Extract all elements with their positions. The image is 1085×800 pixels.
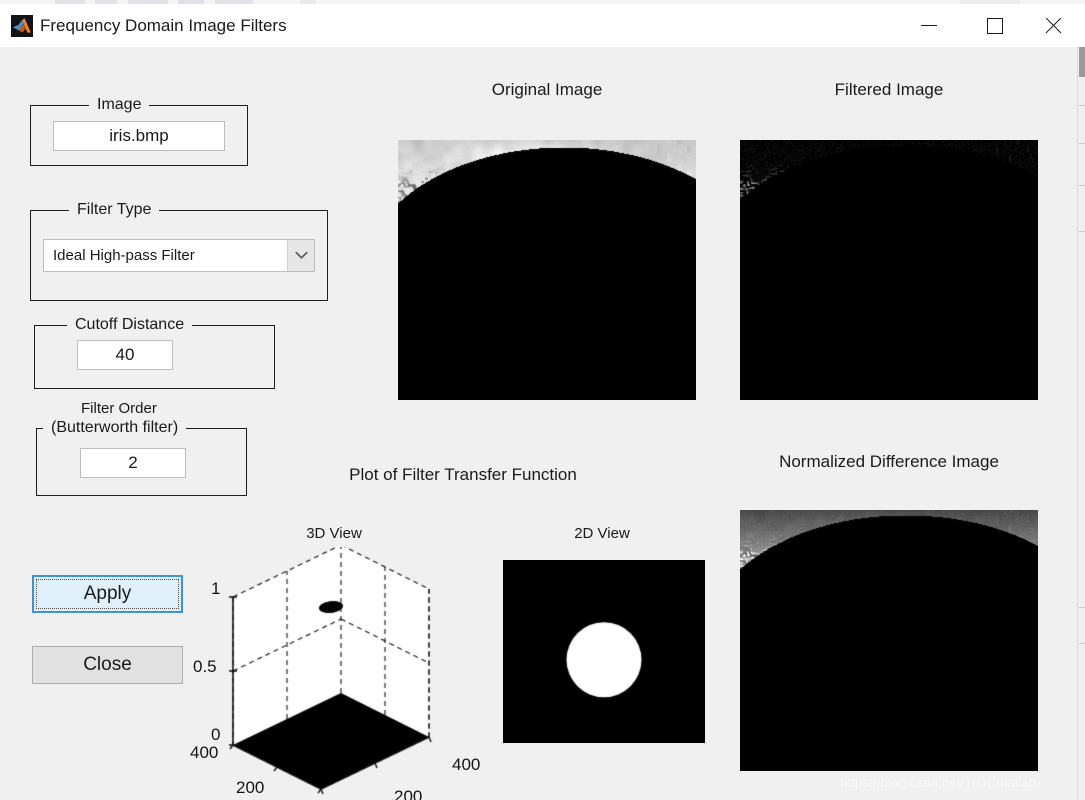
- view3d-canvas: [205, 547, 485, 797]
- matlab-icon: [11, 15, 33, 37]
- filter-type-panel: Filter Type Ideal High-pass Filter: [30, 200, 328, 301]
- filtered-image-title: Filtered Image: [834, 80, 944, 99]
- filter-type-select[interactable]: Ideal High-pass Filter: [43, 239, 315, 272]
- difference-image-canvas: [740, 510, 1038, 771]
- transfer-plot-title: Plot of Filter Transfer Function: [349, 465, 577, 484]
- filter-order-panel: Filter Order (Butterworth filter) 2: [36, 399, 247, 496]
- image-panel: Image iris.bmp: [30, 95, 248, 166]
- figure-client-area: Image iris.bmp Filter Type Ideal High-pa…: [0, 47, 1085, 800]
- filter-order-panel-label-line1: Filter Order: [75, 399, 163, 418]
- scrollbar-thumb[interactable]: [1079, 47, 1085, 77]
- original-image-canvas: [398, 140, 696, 400]
- filtered-image-canvas: [740, 140, 1038, 400]
- cutoff-distance-panel-label: Cutoff Distance: [67, 315, 193, 335]
- difference-image-axes: [740, 510, 1038, 771]
- minimize-icon: [921, 25, 937, 26]
- view2d-title: 2D View: [574, 525, 630, 542]
- title-bar: Frequency Domain Image Filters: [0, 4, 1085, 48]
- original-image-axes: [398, 140, 696, 400]
- filter-order-input[interactable]: 2: [80, 448, 186, 478]
- close-button-label: Close: [83, 654, 132, 675]
- watermark: https://blog.csdn.net/TIQCmatlab: [840, 775, 1037, 790]
- view3d-ztick-1: 1: [211, 579, 221, 598]
- maximize-button[interactable]: [971, 4, 1019, 47]
- cutoff-distance-panel: Cutoff Distance 40: [34, 315, 275, 389]
- minimize-button[interactable]: [905, 4, 953, 47]
- close-window-button[interactable]: [1029, 4, 1077, 47]
- view3d-title: 3D View: [306, 525, 362, 542]
- view3d-xtick-200: 200: [394, 787, 423, 800]
- close-button[interactable]: Close: [32, 646, 183, 684]
- close-icon: [1044, 17, 1062, 35]
- view3d-ytick-400: 400: [190, 743, 219, 762]
- application-window: Frequency Domain Image Filters Image iri…: [0, 0, 1085, 800]
- original-image-title: Original Image: [491, 80, 603, 99]
- view3d-ytick-200: 200: [236, 778, 265, 797]
- vertical-scrollbar[interactable]: [1077, 47, 1085, 800]
- apply-button-label: Apply: [83, 583, 132, 604]
- view2d-canvas: [503, 560, 705, 743]
- filter-type-panel-label: Filter Type: [69, 200, 160, 220]
- filter-order-panel-label-line2: (Butterworth filter): [43, 418, 187, 438]
- view2d-axes: [503, 560, 705, 743]
- maximize-icon: [987, 17, 1003, 34]
- view3d-ztick-05: 0.5: [193, 657, 217, 676]
- window-title: Frequency Domain Image Filters: [40, 16, 287, 35]
- image-panel-label: Image: [89, 95, 150, 115]
- cutoff-distance-input[interactable]: 40: [77, 340, 173, 370]
- difference-image-title: Normalized Difference Image: [779, 452, 999, 471]
- image-filename-input[interactable]: iris.bmp: [53, 121, 225, 151]
- view3d-axes: [205, 547, 485, 797]
- filter-type-selected-value: Ideal High-pass Filter: [53, 247, 195, 264]
- chevron-down-icon[interactable]: [287, 240, 314, 271]
- view3d-ztick-0: 0: [211, 725, 221, 744]
- apply-button[interactable]: Apply: [32, 575, 183, 613]
- filtered-image-axes: [740, 140, 1038, 400]
- view3d-xtick-400: 400: [452, 755, 481, 774]
